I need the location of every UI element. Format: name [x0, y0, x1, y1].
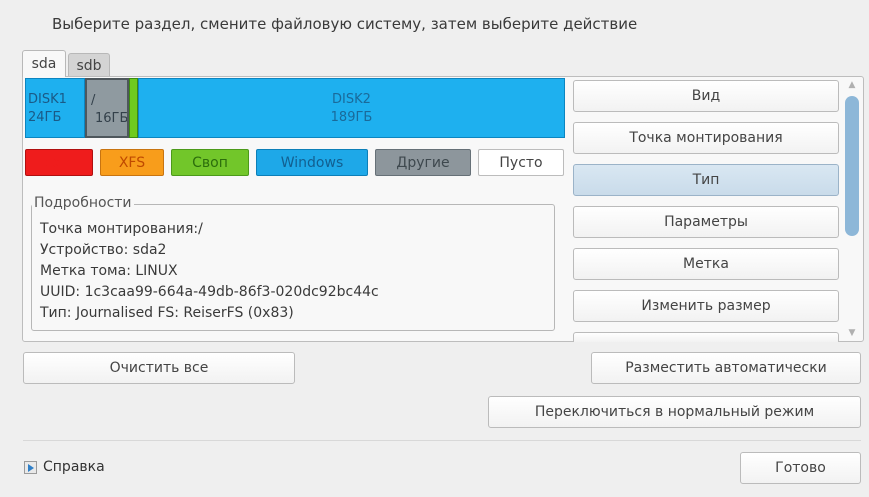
view-button[interactable]: Вид [573, 80, 839, 112]
legend-swap: Своп [171, 149, 249, 176]
detail-device: Устройство: sda2 [40, 242, 167, 258]
expand-triangle-icon[interactable] [24, 460, 37, 474]
legend-other: Другие [375, 149, 471, 176]
details-title: Подробности [32, 195, 134, 211]
tab-sdb[interactable]: sdb [68, 53, 110, 77]
hidden-button[interactable] [573, 332, 839, 342]
scrollbar-thumb[interactable] [845, 96, 859, 236]
divider [23, 440, 861, 441]
legend-xfs: XFS [100, 149, 164, 176]
legend-ext4: Ext4 [25, 149, 93, 176]
instruction-text: Выберите раздел, смените файловую систем… [52, 15, 638, 33]
partition-bar: DISK1 24ГБ / 16ГБ DISK2 189ГБ [25, 78, 565, 138]
partition-root[interactable]: / 16ГБ [85, 78, 129, 138]
partition-size: 24ГБ [28, 110, 62, 125]
options-button[interactable]: Параметры [573, 206, 839, 238]
partition-size: 189ГБ [330, 110, 373, 125]
partition-name: DISK2 [332, 92, 371, 107]
help-label: Справка [43, 459, 105, 475]
done-button[interactable]: Готово [740, 452, 861, 484]
partition-disk2[interactable]: DISK2 189ГБ [138, 78, 565, 138]
detail-mount-point: Точка монтирования:/ [40, 221, 203, 237]
auto-allocate-button[interactable]: Разместить автоматически [591, 352, 861, 384]
partition-name: / [91, 93, 96, 108]
partition-size: 16ГБ [95, 111, 129, 126]
resize-button[interactable]: Изменить размер [573, 290, 839, 322]
clear-all-button[interactable]: Очистить все [23, 352, 295, 384]
label-button[interactable]: Метка [573, 248, 839, 280]
tab-sda[interactable]: sda [22, 50, 66, 77]
type-button[interactable]: Тип [573, 164, 839, 196]
detail-uuid: UUID: 1c3caa99-664a-49db-86f3-020dc92bc4… [40, 284, 379, 300]
legend-empty: Пусто [478, 149, 564, 176]
help-toggle[interactable]: Справка [24, 459, 105, 475]
detail-volume-label: Метка тома: LINUX [40, 263, 178, 279]
partition-name: DISK1 [28, 92, 67, 107]
up-arrow-icon[interactable]: ▲ [842, 80, 862, 90]
mount-point-button[interactable]: Точка монтирования [573, 122, 839, 154]
partition-swap[interactable] [129, 78, 138, 138]
partition-disk1[interactable]: DISK1 24ГБ [25, 78, 85, 138]
normal-mode-button[interactable]: Переключиться в нормальный режим [488, 396, 861, 428]
legend-windows: Windows [256, 149, 368, 176]
detail-type: Тип: Journalised FS: ReiserFS (0x83) [40, 305, 294, 321]
down-arrow-icon[interactable]: ▼ [842, 328, 862, 338]
